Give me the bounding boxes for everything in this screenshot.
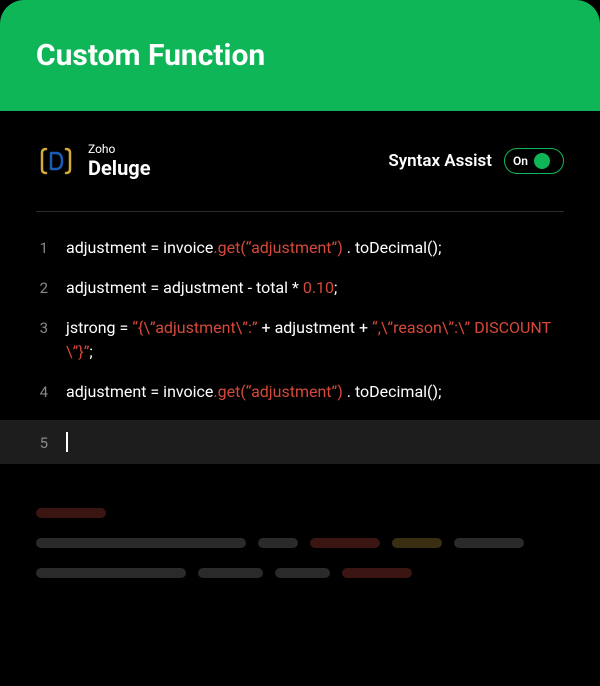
toolbar: Zoho Deluge Syntax Assist On (0, 111, 600, 201)
divider (36, 211, 564, 212)
placeholder-row (36, 568, 564, 578)
active-code-line[interactable]: 5 (0, 420, 600, 464)
syntax-assist-toggle[interactable]: On (504, 148, 564, 174)
logo-brand: Zoho (88, 143, 151, 156)
line-number: 2 (36, 276, 48, 300)
line-content[interactable]: adjustment = invoice.get(“adjustment”) .… (66, 236, 564, 260)
toggle-on-label: On (513, 154, 528, 168)
line-number: 4 (36, 380, 48, 404)
placeholder-block (36, 538, 246, 548)
line-number: 3 (36, 316, 48, 340)
placeholder-block (454, 538, 524, 548)
header: Custom Function (0, 0, 600, 111)
placeholder-block (392, 538, 442, 548)
logo: Zoho Deluge (36, 141, 151, 181)
placeholder-block (198, 568, 263, 578)
cursor (66, 432, 68, 452)
line-number: 5 (36, 433, 48, 452)
page-title: Custom Function (36, 38, 564, 73)
placeholder-block (36, 568, 186, 578)
placeholder-block (275, 568, 330, 578)
toggle-knob (534, 153, 550, 169)
placeholder-content (0, 480, 600, 578)
syntax-assist-label: Syntax Assist (388, 151, 492, 171)
placeholder-row (36, 508, 564, 518)
placeholder-block (342, 568, 412, 578)
logo-product: Deluge (88, 157, 151, 179)
deluge-logo-icon (36, 141, 76, 181)
placeholder-block (310, 538, 380, 548)
line-content[interactable]: adjustment = invoice.get(“adjustment”) .… (66, 380, 564, 404)
placeholder-row (36, 538, 564, 548)
placeholder-block (36, 508, 106, 518)
placeholder-block (258, 538, 298, 548)
code-line[interactable]: 4 adjustment = invoice.get(“adjustment”) … (36, 380, 564, 404)
code-line[interactable]: 3 jstrong = “{\”adjustment\”:” + adjustme… (36, 316, 564, 364)
line-content[interactable]: adjustment = adjustment - total * 0.10; (66, 276, 564, 300)
line-content[interactable]: jstrong = “{\”adjustment\”:” + adjustmen… (66, 316, 564, 364)
line-number: 1 (36, 236, 48, 260)
code-line[interactable]: 2 adjustment = adjustment - total * 0.10; (36, 276, 564, 300)
code-editor[interactable]: 1 adjustment = invoice.get(“adjustment”) … (0, 236, 600, 464)
code-line[interactable]: 1 adjustment = invoice.get(“adjustment”) … (36, 236, 564, 260)
